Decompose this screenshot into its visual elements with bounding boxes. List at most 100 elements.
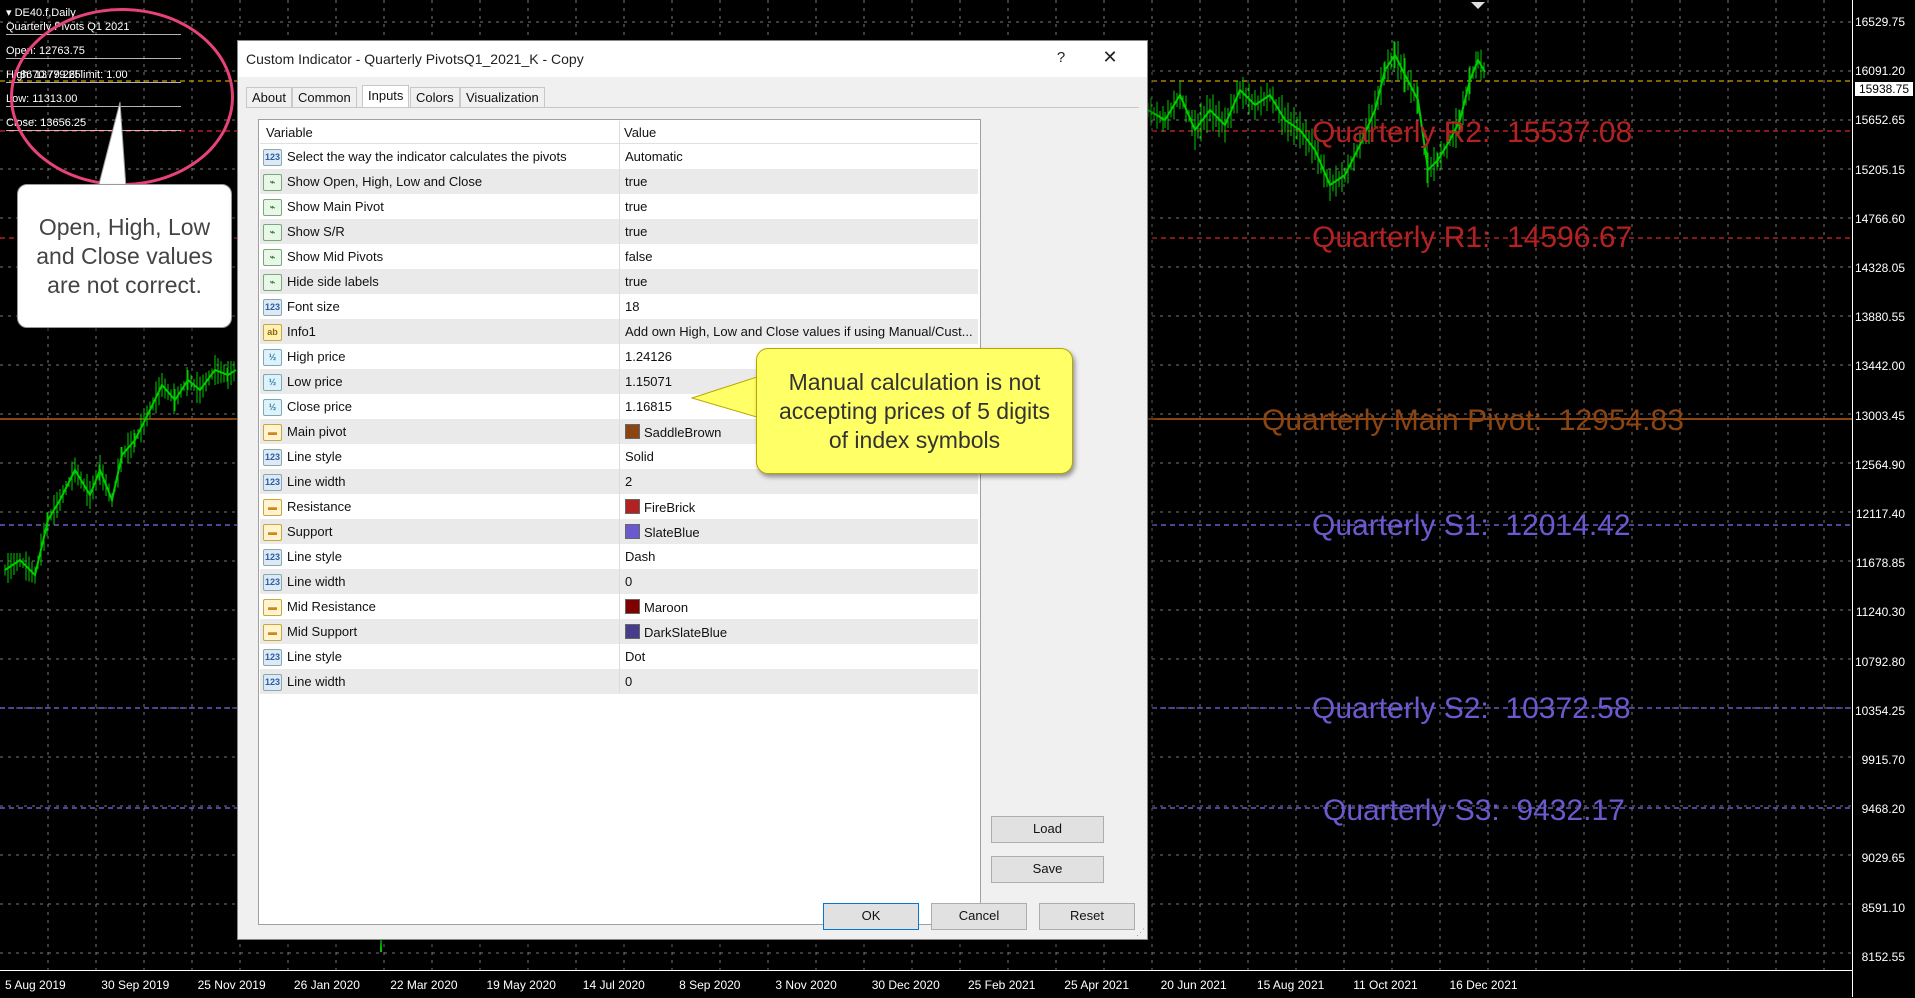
load-button[interactable]: Load (991, 816, 1104, 843)
date-tick-label: 25 Nov 2019 (197, 978, 266, 992)
date-tick-label: 5 Aug 2019 (5, 978, 66, 992)
color-swatch (625, 599, 640, 614)
ok-button[interactable]: OK (823, 903, 919, 930)
input-value[interactable]: true (625, 199, 647, 214)
input-value[interactable]: 18 (625, 299, 639, 314)
input-value-text: Add own High, Low and Close values if us… (625, 324, 973, 339)
input-variable: High price (287, 349, 346, 364)
input-value-text: true (625, 224, 648, 239)
input-value[interactable]: 0 (625, 674, 632, 689)
input-value[interactable]: Maroon (625, 599, 688, 615)
integer-type-icon: 123 (263, 299, 282, 316)
integer-type-icon: 123 (263, 574, 282, 591)
dialog-title: Custom Indicator - Quarterly PivotsQ1_20… (246, 51, 584, 67)
price-tick-label: 10354.25 (1854, 703, 1905, 718)
tab-inputs[interactable]: Inputs (362, 85, 410, 108)
boolean-type-icon: ⌁ (263, 249, 282, 266)
tab-common[interactable]: Common (292, 87, 357, 107)
double-type-icon: ½ (263, 374, 282, 391)
input-value-text: Maroon (644, 600, 689, 615)
input-value-text: Solid (625, 449, 654, 464)
pivot-label: Quarterly S3: 9432.17 (1323, 794, 1625, 827)
integer-type-icon: 123 (263, 149, 282, 166)
ohlc-callout: Open, High, Low and Close values are not… (17, 184, 232, 328)
date-tick-label: 8 Sep 2020 (679, 978, 741, 992)
collapse-arrow-icon[interactable]: ▾ (6, 7, 15, 19)
price-tick-label: 14766.60 (1854, 211, 1905, 226)
input-value[interactable]: Dash (625, 549, 655, 564)
date-tick-label: 3 Nov 2020 (775, 978, 837, 992)
input-variable: Close price (287, 399, 353, 414)
input-variable: Show S/R (287, 224, 345, 239)
integer-type-icon: 123 (263, 649, 282, 666)
pivot-label: Quarterly S2: 10372.58 (1312, 692, 1631, 725)
reset-button[interactable]: Reset (1039, 903, 1135, 930)
input-value[interactable]: true (625, 174, 647, 189)
input-value[interactable]: true (625, 274, 647, 289)
column-header-value[interactable]: Value (624, 125, 656, 140)
input-value[interactable]: Solid (625, 449, 654, 464)
color-type-icon: ▬ (263, 524, 282, 541)
date-tick-label: 20 Jun 2021 (1160, 978, 1227, 992)
help-icon[interactable]: ? (1051, 49, 1071, 66)
tab-visualization[interactable]: Visualization (460, 87, 545, 107)
input-value[interactable]: FireBrick (625, 499, 695, 515)
save-button[interactable]: Save (991, 856, 1104, 883)
price-tick-label: 9468.20 (1861, 802, 1905, 817)
column-header-variable[interactable]: Variable (266, 125, 313, 140)
input-value-text: Automatic (625, 149, 683, 164)
price-tick-label: 13442.00 (1854, 359, 1905, 374)
input-variable: Info1 (287, 324, 316, 339)
input-value[interactable]: SlateBlue (625, 524, 700, 540)
input-value[interactable]: Add own High, Low and Close values if us… (625, 324, 973, 339)
tab-colors[interactable]: Colors (410, 87, 460, 107)
chart-shift-icon (1471, 2, 1485, 9)
input-value[interactable]: true (625, 224, 647, 239)
close-icon[interactable]: ✕ (1100, 47, 1120, 68)
color-swatch (625, 524, 640, 539)
input-value[interactable]: 2 (625, 474, 632, 489)
column-divider[interactable] (619, 121, 620, 693)
pivot-label: Quarterly S1: 12014.42 (1312, 509, 1631, 542)
input-value[interactable]: Automatic (625, 149, 683, 164)
cancel-button[interactable]: Cancel (931, 903, 1027, 930)
date-tick-label: 19 May 2020 (486, 978, 556, 992)
input-value-text: true (625, 274, 648, 289)
tab-about[interactable]: About (246, 87, 292, 107)
callout-pointer (690, 375, 761, 419)
input-variable: Line style (287, 649, 342, 664)
dialog-titlebar[interactable]: Custom Indicator - Quarterly PivotsQ1_20… (238, 41, 1147, 77)
custom-indicator-dialog: Custom Indicator - Quarterly PivotsQ1_20… (237, 40, 1148, 940)
price-tick-label: 16529.75 (1854, 15, 1905, 29)
integer-type-icon: 123 (263, 474, 282, 491)
date-tick-label: 15 Aug 2021 (1256, 978, 1325, 992)
date-tick-label: 16 Dec 2021 (1449, 978, 1518, 992)
input-value[interactable]: 0 (625, 574, 632, 589)
date-axis[interactable]: 5 Aug 2019 30 Sep 2019 25 Nov 2019 26 Jan 2… (0, 970, 1853, 998)
pivot-label: Quarterly Main Pivot: 12954.83 (1262, 404, 1684, 437)
input-variable: Show Open, High, Low and Close (287, 174, 483, 189)
inputs-grid[interactable]: Variable Value 123 Select the way the ind… (258, 119, 981, 925)
input-value[interactable]: 1.15071 (625, 374, 672, 389)
input-variable: Font size (287, 299, 340, 314)
input-value[interactable]: 1.24126 (625, 349, 672, 364)
input-value[interactable]: false (625, 249, 652, 264)
price-axis[interactable]: 16529.75 16091.20 15652.65 15205.15 14766.60… (1852, 0, 1915, 997)
color-swatch (625, 499, 640, 514)
boolean-type-icon: ⌁ (263, 199, 282, 216)
input-value[interactable]: DarkSlateBlue (625, 624, 727, 640)
input-value[interactable]: Dot (625, 649, 645, 664)
input-value[interactable]: 1.16815 (625, 399, 672, 414)
price-tick-label: 15205.15 (1854, 162, 1905, 177)
input-value-text: 1.16815 (625, 399, 672, 414)
input-variable: Support (287, 524, 333, 539)
date-tick-label: 25 Feb 2021 (968, 978, 1036, 992)
input-value-text: 1.24126 (625, 349, 672, 364)
callout-pointer (97, 101, 127, 189)
pivot-label: Quarterly R1: 14596.67 (1312, 221, 1633, 254)
integer-type-icon: 123 (263, 674, 282, 691)
resize-grip-icon[interactable]: ⋰ (1136, 927, 1145, 938)
input-variable: Low price (287, 374, 343, 389)
color-type-icon: ▬ (263, 499, 282, 516)
input-value-text: Dash (625, 549, 656, 564)
